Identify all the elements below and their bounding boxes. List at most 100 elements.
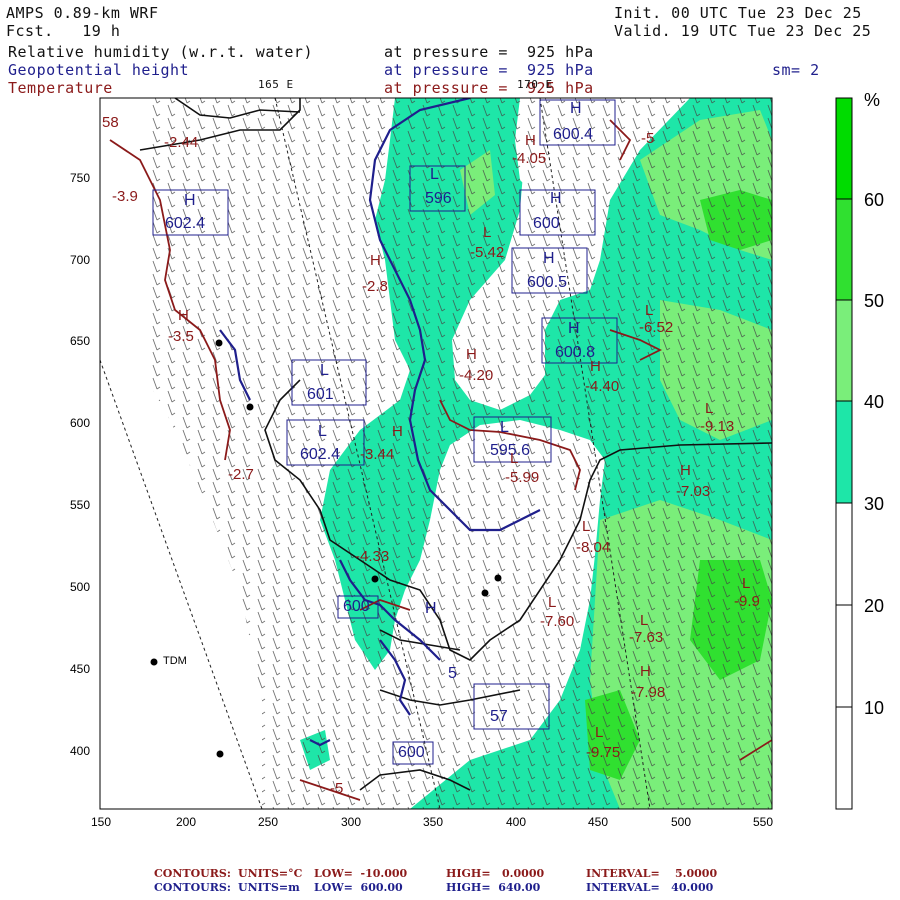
height-hl-7: L [318,423,327,440]
y-tick-500: 500 [70,580,91,594]
y-tick-400: 400 [70,744,91,758]
temp-value-3: -2.8 [362,278,388,295]
temp-value-20: -2.7 [228,466,254,483]
height-value-3: 600 [533,215,560,232]
height-value-1: 600.4 [553,126,594,143]
x-tick-300: 300 [341,815,362,829]
temp-value-11: -8.04 [576,539,611,556]
temp-hl-5: H [392,423,403,440]
temp-hl-16: L [742,575,751,592]
temp-value-19: -3.9 [112,188,138,205]
height-hl-3: H [550,190,562,207]
temp-value-5: -3.44 [360,446,395,463]
colorbar-unit: % [864,90,881,110]
field-level-rh: at pressure = 925 hPa [384,43,594,61]
temp-value-12: -7.60 [540,613,575,630]
colorbar-tick-10: 10 [864,698,885,718]
x-tick-200: 200 [176,815,197,829]
temperature-contours [109,119,772,801]
temp-value-14: -7.98 [631,684,666,701]
temp-hl-6: L [510,450,519,467]
temp-hl-7: H [590,358,601,375]
height-hl-8: L [500,419,509,436]
height-hl-6: L [320,362,329,379]
height-value-6: 601 [307,386,334,403]
temp-value-1: -4.05 [512,150,547,167]
temp-value-15: -9.75 [586,744,621,761]
colorbar-tick-40: 40 [864,392,885,412]
x-tick-550: 550 [753,815,774,829]
temp-hl-12: L [548,594,557,611]
temp-hl-2: L [483,224,492,241]
temp-value-24: 58 [102,114,119,131]
height-hl-9: H [184,192,196,209]
field-level-height: at pressure = 925 hPa [384,61,594,79]
init-time: Init. 00 UTC Tue 23 Dec 25 [614,4,862,22]
temp-hl-11: L [582,518,591,535]
temp-value-22: -5 [641,130,655,147]
temp-value-10: -7.03 [676,483,711,500]
temp-hl-10: H [680,462,691,479]
x-tick-400: 400 [506,815,527,829]
valid-time: Valid. 19 UTC Tue 23 Dec 25 [614,22,872,40]
longitude-line-165e [100,359,263,809]
temp-hl-8: L [645,302,654,319]
field-name-temperature: Temperature [8,79,113,97]
temp-hl-4: H [466,346,477,363]
temp-value-18: -2.44 [164,134,199,151]
colorbar-tick-50: 50 [864,291,885,311]
y-tick-600: 600 [70,416,91,430]
height-hl-2: L [430,166,439,183]
colorbar-tick-20: 20 [864,596,885,616]
temp-value-7: -4.40 [585,378,620,395]
height-value-9: 602.4 [165,215,206,232]
y-tick-750: 750 [70,171,91,185]
ocean-no-data [100,330,262,809]
height-hl-13: H [425,600,437,617]
height-value-12: 57 [490,708,508,725]
temp-value-17: -3.5 [168,328,194,345]
temp-hl-9: L [705,400,714,417]
field-name-rh: Relative humidity (w.r.t. water) [8,43,313,61]
y-tick-550: 550 [70,498,91,512]
lon-label-165e: 165 E [258,78,294,91]
height-contours [219,98,541,747]
temp-value-23: -5 [330,780,344,797]
height-hl-1: H [570,100,582,117]
field-level-temperature: at pressure = 925 hPa [384,79,594,97]
x-tick-450: 450 [588,815,609,829]
height-value-7: 602.4 [300,446,341,463]
height-hl-5: H [568,320,580,337]
temp-value-4: -4.20 [459,367,494,384]
temp-value-21: -4.33 [355,548,390,565]
temp-value-16: -9.9 [734,593,760,610]
temp-value-2: -5.42 [470,244,505,261]
height-value-4: 600.5 [527,274,568,291]
wind-barbs [150,98,772,809]
colorbar-tick-60: 60 [864,190,885,210]
lon-label-170e: 170 E [517,78,553,91]
height-value-11: 600 [398,744,425,761]
height-value-13: 5 [448,665,457,682]
temp-hl-1: H [525,132,536,149]
y-tick-700: 700 [70,253,91,267]
temp-hl-17: H [178,307,189,324]
height-hl-4: H [543,250,555,267]
temp-hl-14: H [640,663,651,680]
field-name-height: Geopotential height [8,61,190,79]
x-tick-350: 350 [423,815,444,829]
y-tick-650: 650 [70,334,91,348]
temp-value-9: -9.13 [700,418,735,435]
forecast-hour: Fcst. 19 h [6,22,121,40]
temp-hl-13: L [640,612,649,629]
temp-hl-3: H [370,252,381,269]
temp-value-6: -5.99 [505,469,540,486]
map-panel [99,97,853,810]
humidity-colorbar [835,97,853,810]
coastlines [139,98,772,791]
x-tick-500: 500 [671,815,692,829]
x-tick-150: 150 [91,815,112,829]
height-value-2: 596 [425,190,452,207]
station-label-tdm: TDM [163,655,187,667]
y-tick-450: 450 [70,662,91,676]
